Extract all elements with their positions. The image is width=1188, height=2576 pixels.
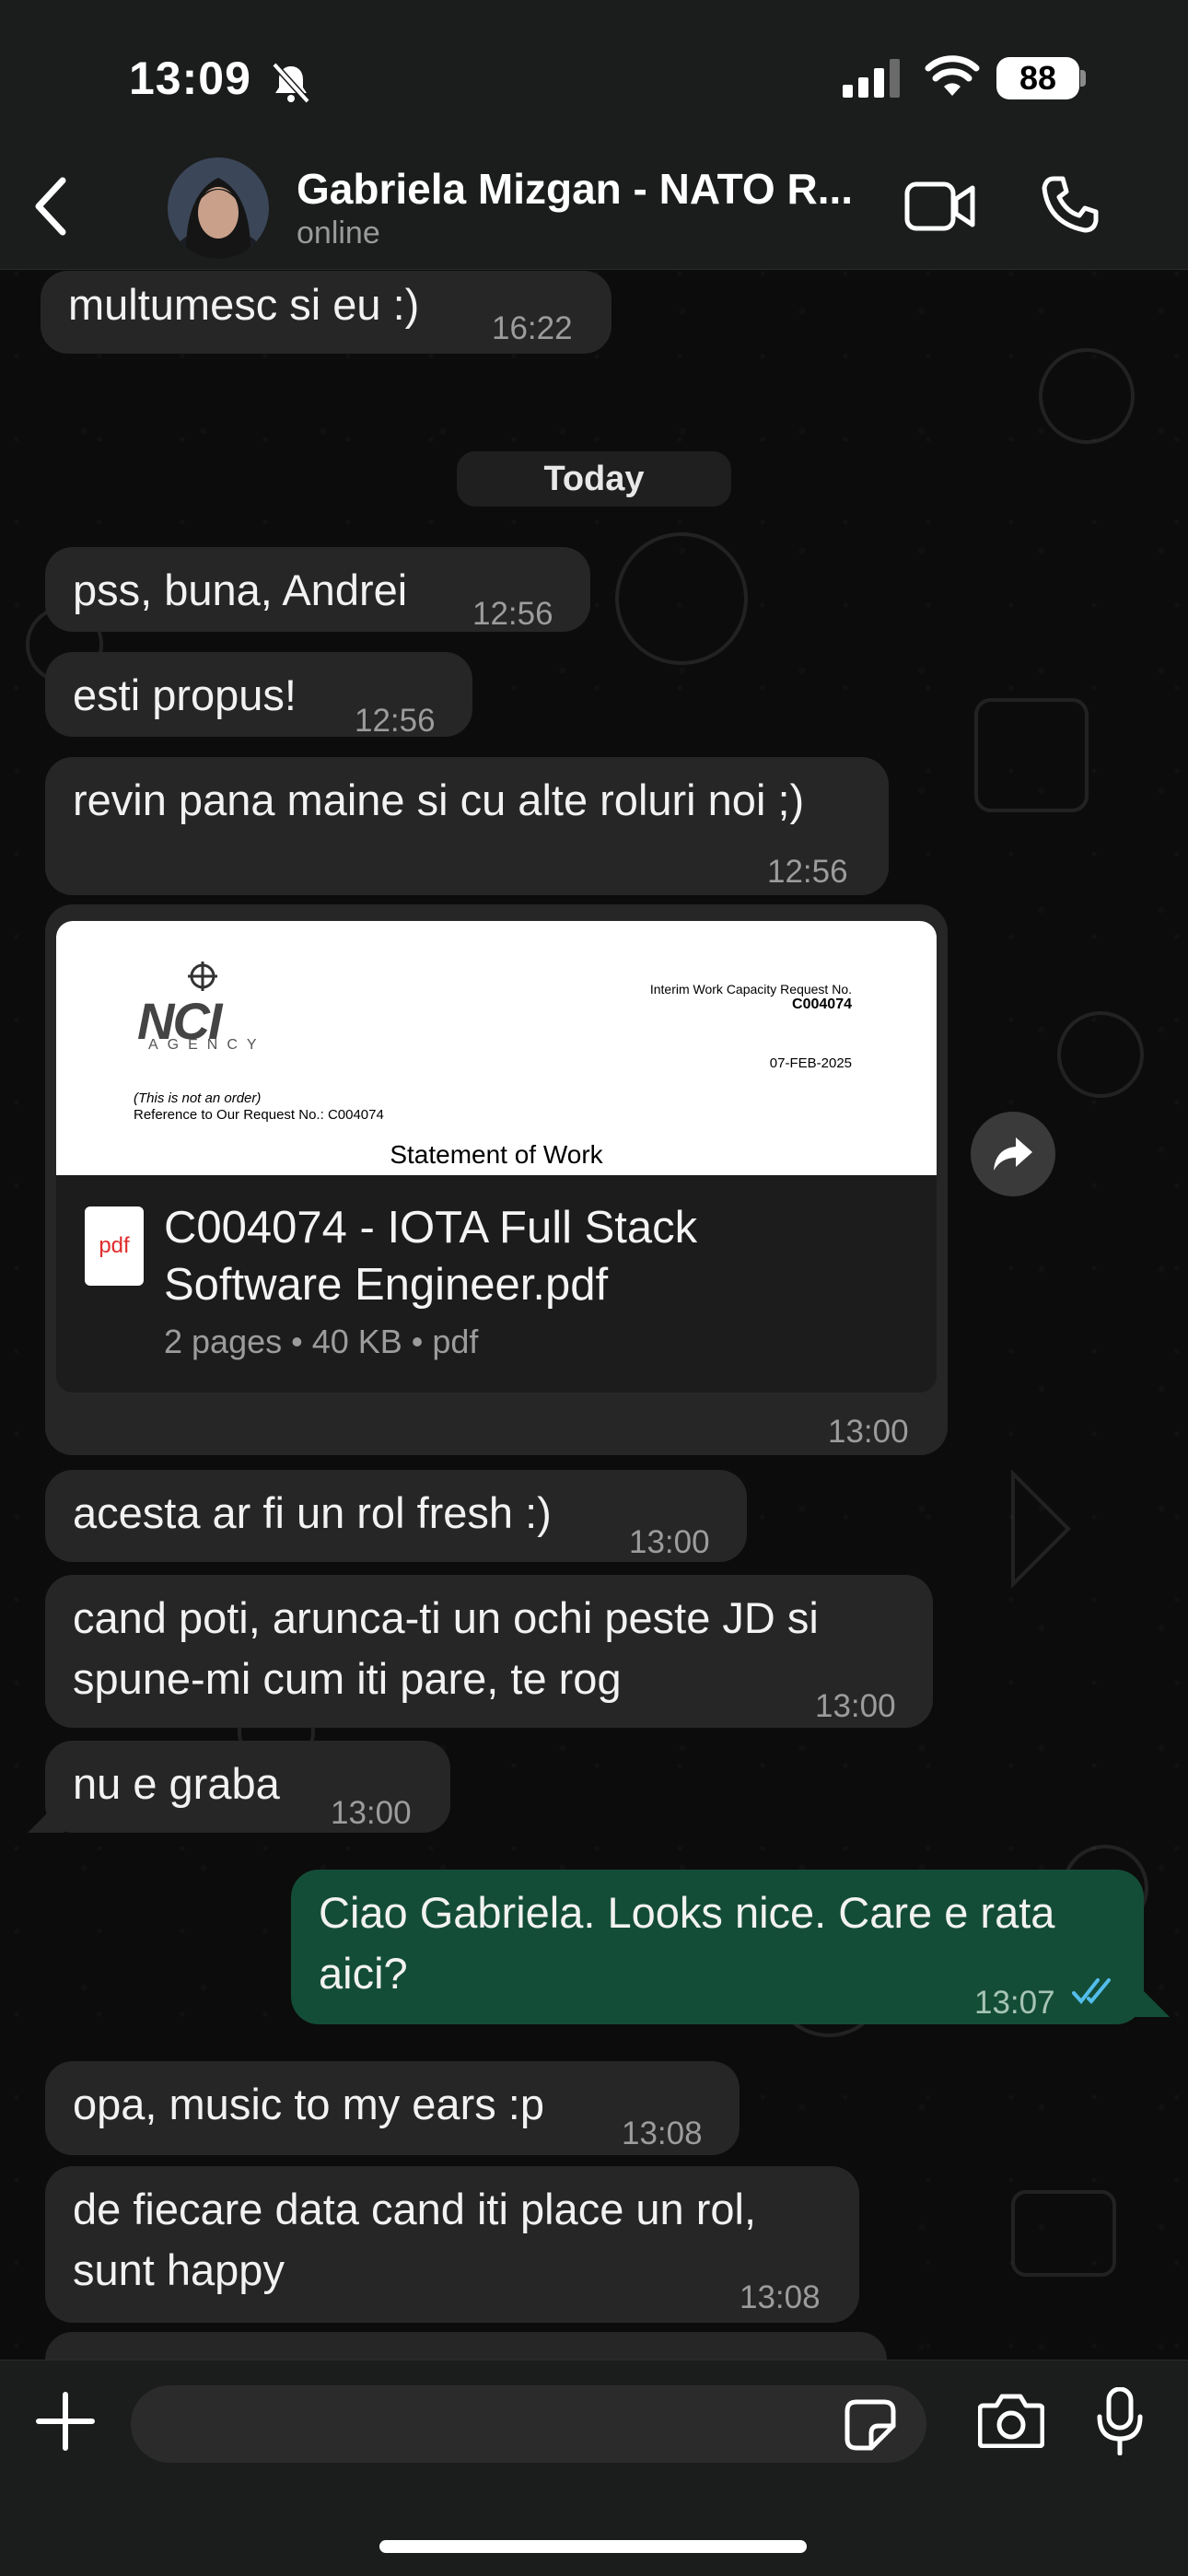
message-bubble-incoming[interactable]: nu e graba 13:00 xyxy=(45,1741,450,1833)
message-text: nu e graba xyxy=(73,1759,280,1808)
order-note: (This is not an order) xyxy=(134,1090,262,1106)
camera-icon[interactable] xyxy=(978,2393,1044,2448)
message-text: opa, music to my ears :p xyxy=(73,2080,544,2128)
message-time: 13:08 xyxy=(622,2116,703,2151)
message-bubble-outgoing[interactable]: Ciao Gabriela. Looks nice. Care e rata a… xyxy=(291,1870,1144,2024)
document-meta: 2 pages • 40 KB • pdf xyxy=(164,1323,479,1360)
phone-icon[interactable] xyxy=(1041,175,1100,234)
request-number: C004074 xyxy=(792,997,852,1012)
message-time: 16:22 xyxy=(492,310,573,346)
message-input[interactable] xyxy=(131,2385,926,2463)
message-bubble-incoming[interactable]: cand poti, arunca-ti un ochi peste JD si… xyxy=(45,1575,933,1728)
message-time: 13:00 xyxy=(629,1524,710,1560)
message-bubble-incoming[interactable]: de fiecare data cand iti place un rol, s… xyxy=(45,2166,859,2323)
document-heading: Statement of Work xyxy=(390,1140,603,1169)
chat-header: 13:09 88 Gabriela Mizgan - NATO R... onl… xyxy=(0,0,1188,270)
forward-button[interactable] xyxy=(971,1112,1055,1196)
message-text-line2: spune-mi cum iti pare, te rog xyxy=(73,1654,622,1703)
forward-icon xyxy=(994,1137,1032,1171)
contact-status: online xyxy=(297,216,380,251)
message-time: 13:00 xyxy=(331,1795,412,1831)
message-time: 13:08 xyxy=(740,2279,821,2315)
document-date: 07-FEB-2025 xyxy=(769,1055,852,1071)
wifi-icon xyxy=(925,55,980,96)
logo-sub: AGENCY xyxy=(148,1037,266,1053)
message-text-line2: sunt happy xyxy=(73,2245,285,2294)
avatar[interactable] xyxy=(168,157,269,259)
message-text-line1: Ciao Gabriela. Looks nice. Care e rata xyxy=(319,1888,1055,1937)
message-time: 12:56 xyxy=(767,854,848,890)
sticker-icon[interactable] xyxy=(844,2398,897,2452)
battery-indicator: 88 xyxy=(996,57,1079,99)
contact-name[interactable]: Gabriela Mizgan - NATO R... xyxy=(297,164,853,214)
message-bubble-incoming[interactable]: revin pana maine si cu alte roluri noi ;… xyxy=(45,757,889,895)
message-text: revin pana maine si cu alte roluri noi ;… xyxy=(73,775,805,824)
message-bubble-incoming[interactable]: acesta ar fi un rol fresh :) 13:00 xyxy=(45,1470,747,1562)
request-label: Interim Work Capacity Request No. xyxy=(649,982,852,997)
message-text: pss, buna, Andrei xyxy=(73,565,408,614)
date-divider: Today xyxy=(457,451,731,507)
message-text-line2: aici? xyxy=(319,1949,408,1998)
message-time: 13:00 xyxy=(815,1688,896,1724)
message-time: 12:56 xyxy=(355,703,436,739)
document-name-line1: C004074 - IOTA Full Stack xyxy=(164,1203,698,1253)
back-icon[interactable] xyxy=(33,177,70,236)
message-time: 13:00 xyxy=(828,1414,909,1450)
message-time: 12:56 xyxy=(472,596,553,632)
pdf-icon: pdf xyxy=(85,1206,144,1286)
status-time: 13:09 xyxy=(129,52,251,104)
bell-slash-icon xyxy=(272,62,310,104)
message-time: 13:07 xyxy=(974,1985,1055,2021)
battery-tip xyxy=(1080,70,1086,87)
document-preview[interactable]: NCI AGENCY Interim Work Capacity Request… xyxy=(56,921,937,1175)
message-text-line1: de fiecare data cand iti place un rol, xyxy=(73,2185,757,2233)
message-text: multumesc si eu :) xyxy=(68,280,420,329)
message-text: esti propus! xyxy=(73,670,297,719)
double-check-icon xyxy=(1072,1978,1111,2005)
message-bubble-incoming[interactable]: esti propus! 12:56 xyxy=(45,652,472,739)
mic-icon[interactable] xyxy=(1096,2387,1144,2455)
message-text-line1: cand poti, arunca-ti un ochi peste JD si xyxy=(73,1593,819,1642)
plus-icon[interactable] xyxy=(33,2389,98,2454)
reference-line: Reference to Our Request No.: C004074 xyxy=(134,1107,384,1123)
message-bubble-incoming[interactable]: pss, buna, Andrei 12:56 xyxy=(45,547,590,632)
document-name-line2: Software Engineer.pdf xyxy=(164,1260,609,1310)
message-text: acesta ar fi un rol fresh :) xyxy=(73,1488,552,1537)
video-call-icon[interactable] xyxy=(904,179,976,234)
message-bubble-incoming[interactable]: multumesc si eu :) 16:22 xyxy=(41,271,611,354)
document-name: C004074 - IOTA Full Stack Software Engin… xyxy=(164,1199,919,1313)
home-indicator[interactable] xyxy=(379,2540,807,2553)
message-bubble-incoming[interactable]: opa, music to my ears :p 13:08 xyxy=(45,2061,740,2155)
signal-icon xyxy=(843,59,900,98)
